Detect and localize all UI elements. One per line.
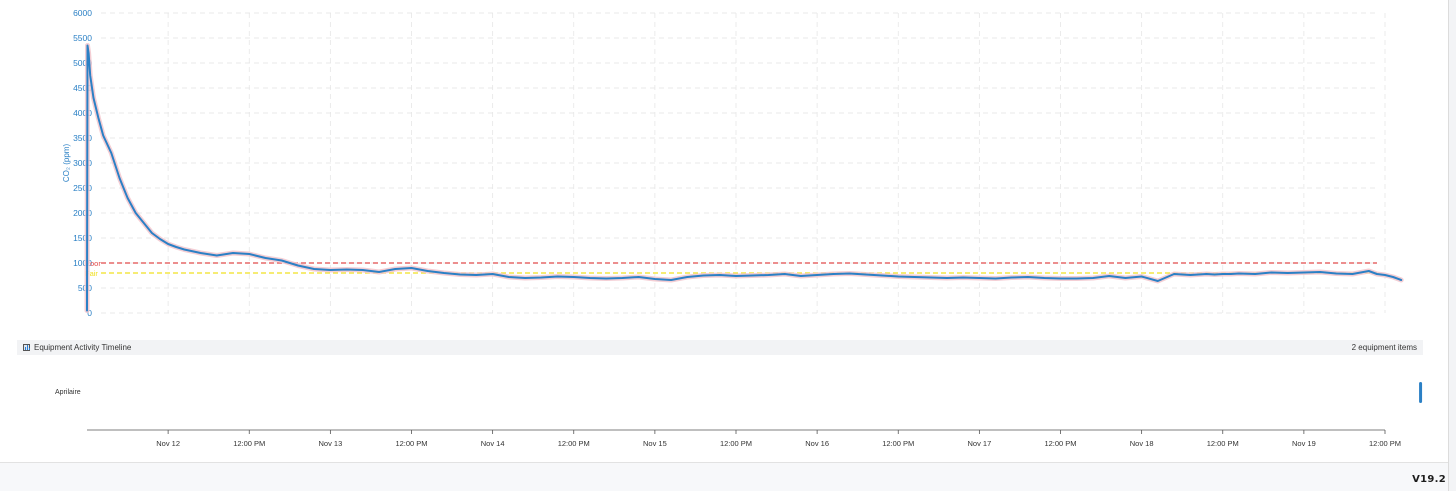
- timeline-header: Equipment Activity Timeline 2 equipment …: [17, 340, 1423, 355]
- timeline-tick-label: 12:00 PM: [882, 439, 914, 448]
- timeline-title: Equipment Activity Timeline: [34, 343, 132, 352]
- timeline-tick-label: 12:00 PM: [558, 439, 590, 448]
- y-tick-label: 6000: [73, 8, 92, 18]
- window-scrollbar[interactable]: [1448, 0, 1456, 491]
- timeline-tick-label: Nov 16: [805, 439, 829, 448]
- timeline-activity-bars: [1419, 382, 1423, 403]
- timeline-tick-label: Nov 17: [967, 439, 991, 448]
- timeline-tick-label: Nov 18: [1130, 439, 1154, 448]
- activity-bar-aprilaire: [1419, 382, 1423, 403]
- timeline-tick-label: 12:00 PM: [1207, 439, 1239, 448]
- equipment-timeline: Nov 12 12:00 PM Nov 13 12:00 PM Nov 14 12:00 …: [87, 382, 1423, 448]
- timeline-tick-label: Nov 19: [1292, 439, 1316, 448]
- y-gridlines: [101, 12, 1377, 314]
- series-line-0: [86, 44, 1403, 312]
- timeline-tick-label: Nov 12: [156, 439, 180, 448]
- timeline-tick-label: 12:00 PM: [395, 439, 427, 448]
- timeline-tick-label: 12:00 PM: [233, 439, 265, 448]
- timeline-tick-label: 12:00 PM: [1369, 439, 1401, 448]
- timeline-x-ticks: Nov 12 12:00 PM Nov 13 12:00 PM Nov 14 12:00 …: [156, 430, 1401, 448]
- y-axis-label: CO₂ (ppm): [62, 144, 71, 183]
- timeline-tick-label: 12:00 PM: [720, 439, 752, 448]
- footer-bar: [0, 463, 1448, 491]
- co2-chart-panel: 0 500 1000 1500 2000 2500 3000 3500 4000 4500 5000…: [0, 0, 1448, 463]
- series-halo-0: [84, 43, 1404, 313]
- equipment-count: 2 equipment items: [1351, 343, 1417, 352]
- version-label: V19.2: [1412, 474, 1446, 485]
- timeline-tick-label: 12:00 PM: [1044, 439, 1076, 448]
- co2-chart: 0500100015002000250030003500400045005000…: [62, 8, 1404, 318]
- timeline-tick-label: Nov 15: [643, 439, 667, 448]
- co2-series: [84, 43, 1404, 313]
- timeline-tick-label: Nov 13: [318, 439, 342, 448]
- y-tick-label: 5500: [73, 33, 92, 43]
- bar-chart-icon: [23, 344, 30, 351]
- timeline-tick-label: Nov 14: [481, 439, 505, 448]
